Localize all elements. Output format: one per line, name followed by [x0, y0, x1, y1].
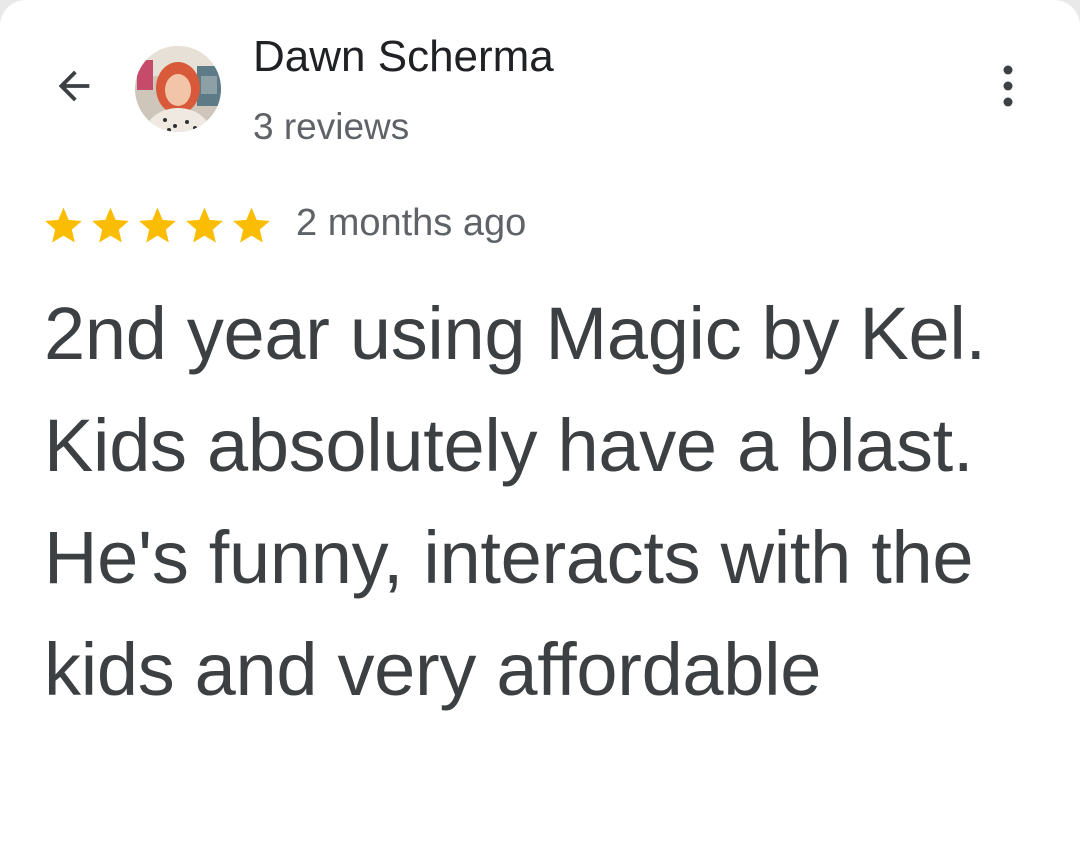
review-date: 2 months ago	[296, 202, 527, 244]
star-icon	[45, 207, 82, 243]
back-button[interactable]	[44, 56, 104, 116]
star-icon	[233, 207, 270, 243]
review-card: Dawn Scherma 3 reviews 2 months ago 2nd …	[0, 0, 1080, 851]
more-options-button[interactable]	[980, 58, 1036, 114]
star-icon	[186, 207, 223, 243]
review-text: 2nd year using Magic by Kel. Kids absolu…	[44, 292, 986, 711]
star-icon	[139, 207, 176, 243]
author-name[interactable]: Dawn Scherma	[253, 32, 554, 82]
avatar-photo	[135, 46, 221, 132]
star-rating	[40, 204, 275, 248]
review-count: 3 reviews	[253, 106, 410, 147]
star-icon	[92, 207, 129, 243]
avatar[interactable]	[135, 46, 221, 132]
more-vert-icon	[1003, 65, 1013, 107]
arrow-back-icon	[58, 70, 90, 102]
